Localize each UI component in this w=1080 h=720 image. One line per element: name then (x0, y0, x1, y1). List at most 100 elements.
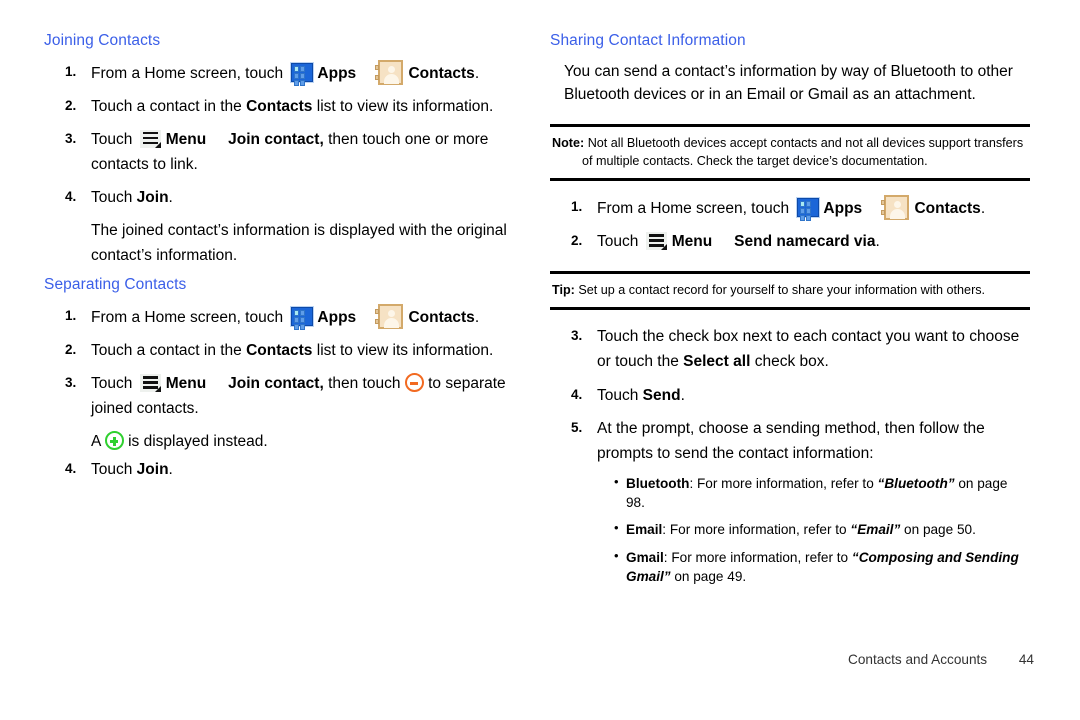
contacts-label: Contacts (408, 308, 475, 326)
minus-circle-icon (404, 373, 424, 393)
step-text-pre: From a Home screen, touch (597, 199, 790, 217)
step-number: 5. (571, 419, 583, 435)
command-label: Send namecard via (734, 233, 876, 251)
apps-icon (291, 62, 314, 86)
step-item: 1. From a Home screen, touch Apps Contac… (550, 194, 1030, 221)
footer-page-number: 44 (1018, 652, 1034, 667)
step-text-pre: Touch (91, 130, 133, 148)
step-number: 4. (571, 386, 583, 402)
heading-joining-contacts: Joining Contacts (44, 32, 161, 49)
step-number: 4. (65, 460, 77, 476)
heading-separating-contacts: Separating Contacts (44, 276, 187, 294)
step-text-a: Touch a contact in the (91, 342, 247, 360)
step-bold-a: Select all (683, 353, 751, 371)
bullet-term: Email (626, 522, 663, 538)
step-text-pre: Touch (91, 189, 137, 207)
contacts-icon (375, 59, 404, 85)
apps-label: Apps (823, 199, 863, 217)
step-text-a: At the prompt, choose a sending method, … (597, 419, 985, 462)
step-number: 2. (65, 342, 77, 358)
step-text-post: . (875, 233, 880, 251)
apps-label: Apps (317, 308, 357, 326)
step-item: 3. Touch Menu Join contact, then touch to… (44, 371, 524, 421)
step-number: 3. (65, 130, 77, 146)
plus-icon-note: A is displayed instead. (44, 429, 524, 454)
step-bold-a: Send (642, 386, 681, 404)
footer-chapter-title: Contacts and Accounts (848, 652, 988, 667)
step-text-pre: Touch (597, 233, 639, 251)
contacts-label: Contacts (408, 64, 475, 82)
step-text-b: list to view its information. (312, 342, 494, 360)
command-label: Join contact, (228, 130, 324, 148)
contacts-icon (881, 194, 910, 220)
left-column: Joining Contacts 1. From a Home screen, … (44, 32, 524, 490)
bullet-term: Gmail (626, 549, 664, 565)
step-text-b: check box. (750, 353, 829, 371)
steps-separating-contacts-final: 4. Touch Join. (44, 457, 524, 482)
list-item: • Email: For more information, refer to … (550, 520, 1030, 539)
menu-icon (646, 232, 668, 251)
command-label: Join (136, 460, 169, 478)
list-item: • Gmail: For more information, refer to … (550, 548, 1030, 587)
command-label: Join contact, (228, 375, 324, 393)
step-item: 1. From a Home screen, touch Apps Contac… (44, 59, 524, 86)
bullet-tail: on page 50. (900, 522, 976, 538)
step-number: 4. (65, 189, 77, 205)
step-item: 3. Touch Menu Join contact, then touch on… (44, 127, 524, 177)
bullet-reference: “Bluetooth” (877, 475, 955, 491)
step-number: 2. (65, 97, 77, 113)
step-text-a: Touch a contact in the (91, 97, 247, 115)
step-number: 3. (571, 328, 583, 344)
step-text-mid: then touch (328, 375, 401, 393)
step-item: 4. Touch Join. (44, 185, 524, 210)
apps-label: Apps (317, 64, 357, 82)
bullet-mid: : For more information, refer to (662, 522, 851, 538)
tip-text: Set up a contact record for yourself to … (578, 283, 986, 298)
note-text-pre: A (91, 433, 101, 451)
step-text-pre: From a Home screen, touch (91, 64, 284, 82)
apps-icon (797, 197, 820, 221)
bullet-reference: “Email” (850, 522, 901, 538)
heading-sharing-contact-information: Sharing Contact Information (550, 32, 746, 49)
step-item: 2. Touch a contact in the Contacts list … (44, 94, 524, 119)
contacts-icon (375, 303, 404, 329)
step-item: 2. Touch Menu Send namecard via. (550, 229, 1030, 254)
step-item: 3. Touch the check box next to each cont… (550, 324, 1030, 374)
steps-separating-contacts: 1. From a Home screen, touch Apps Contac… (44, 303, 524, 421)
bullet-term: Bluetooth (626, 475, 690, 491)
step-item: 1. From a Home screen, touch Apps Contac… (44, 303, 524, 330)
step-text-a: Touch (597, 386, 643, 404)
bullet-glyph: • (614, 473, 619, 489)
command-label: Join (136, 189, 169, 207)
step-text-post: . (474, 64, 480, 82)
step-item: 4. Touch Send. (550, 383, 1030, 408)
apps-icon (291, 306, 314, 330)
note-text-post: is displayed instead. (128, 433, 268, 451)
step-text-post: . (168, 189, 173, 207)
steps-sharing-top: 1. From a Home screen, touch Apps Contac… (550, 194, 1030, 254)
step-number: 3. (65, 375, 77, 391)
steps-sharing-bottom: 3. Touch the check box next to each cont… (550, 324, 1030, 466)
step-text-pre: From a Home screen, touch (91, 308, 284, 326)
step-number: 1. (571, 198, 583, 214)
joined-contact-note: The joined contact’s information is disp… (91, 222, 507, 265)
tip-callout: Tip: Set up a contact record for yoursel… (550, 271, 1030, 311)
bullet-tail: on page 49. (670, 569, 747, 585)
step-item: 2. Touch a contact in the Contacts list … (44, 338, 524, 363)
contacts-label: Contacts (914, 199, 981, 217)
step-text-b: . (680, 386, 685, 404)
bullet-glyph: • (614, 547, 619, 563)
step-item: 5. At the prompt, choose a sending metho… (550, 416, 1030, 466)
menu-label: Menu (671, 233, 713, 251)
bullet-mid: : For more information, refer to (663, 549, 852, 565)
bullet-mid: : For more information, refer to (689, 475, 878, 491)
right-column: Sharing Contact Information You can send… (550, 32, 1030, 594)
step-number: 1. (65, 63, 77, 79)
menu-icon (140, 374, 162, 393)
sending-method-list: • Bluetooth: For more information, refer… (550, 474, 1030, 586)
plus-circle-icon (104, 431, 124, 451)
step-text-post: . (474, 308, 480, 326)
menu-label: Menu (165, 130, 207, 148)
step-text-b: list to view its information. (312, 97, 494, 115)
list-item: • Bluetooth: For more information, refer… (550, 474, 1030, 513)
